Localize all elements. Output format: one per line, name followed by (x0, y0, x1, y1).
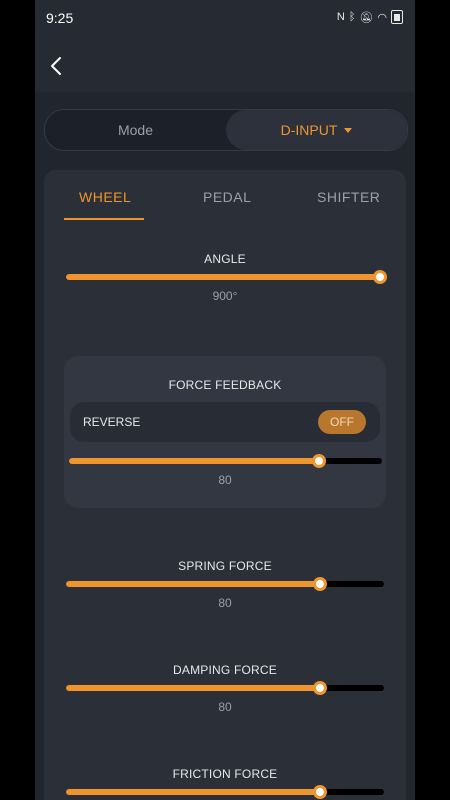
reverse-toggle[interactable]: OFF (318, 410, 366, 434)
spring-force-label: SPRING FORCE (178, 559, 272, 573)
chevron-left-icon[interactable] (45, 54, 69, 78)
status-time: 9:25 (46, 10, 74, 26)
force-feedback-label: FORCE FEEDBACK (168, 378, 282, 392)
force-feedback-panel: FORCE FEEDBACK REVERSE OFF 80 (64, 356, 386, 508)
angle-slider-thumb[interactable] (373, 270, 387, 284)
wifi-icon: ◠ (377, 11, 388, 24)
spring-force-slider-thumb[interactable] (313, 577, 328, 591)
settings-card: WHEEL PEDAL SHIFTER ANGLE 900° FORCE FEE… (44, 170, 406, 800)
friction-force-slider-fill (66, 789, 321, 795)
main-content: Mode D-INPUT WHEEL PEDAL SHIFTER ANGLE 9… (35, 92, 415, 800)
spring-force-slider[interactable] (66, 577, 384, 591)
mode-dropdown[interactable]: D-INPUT (226, 110, 407, 150)
tab-bar: WHEEL PEDAL SHIFTER (44, 170, 406, 222)
top-bar (35, 38, 415, 92)
tab-wheel[interactable]: WHEEL (79, 189, 131, 205)
friction-force-slider-thumb[interactable] (313, 785, 328, 799)
force-feedback-slider-fill (69, 458, 320, 464)
bluetooth-icon: ᛒ (348, 11, 357, 23)
mute-icon: 🔕︎ (359, 11, 375, 24)
damping-force-slider-fill (66, 685, 321, 691)
angle-value: 900° (212, 289, 238, 303)
angle-label: ANGLE (204, 252, 246, 266)
caret-down-icon (344, 128, 353, 133)
battery-icon (391, 10, 403, 24)
force-feedback-slider-thumb[interactable] (312, 454, 327, 468)
tab-pedal[interactable]: PEDAL (203, 189, 251, 205)
app-screen: 9:25 N ᛒ 🔕︎ ◠ Mode D-INPUT WHEEL PEDAL S… (35, 0, 415, 800)
mode-label: Mode (117, 122, 154, 138)
status-icons: N ᛒ 🔕︎ ◠ (337, 10, 403, 24)
friction-force-slider[interactable] (66, 785, 384, 799)
force-feedback-slider[interactable] (69, 454, 382, 468)
reverse-label: REVERSE (83, 415, 141, 429)
angle-slider[interactable] (66, 270, 387, 284)
mode-selector: Mode D-INPUT (44, 109, 408, 151)
reverse-row: REVERSE OFF (70, 402, 380, 442)
spring-force-slider-fill (66, 581, 321, 587)
nfc-icon: N (336, 11, 346, 23)
damping-force-value: 80 (218, 700, 232, 714)
angle-slider-fill (66, 274, 384, 280)
force-feedback-value: 80 (218, 473, 232, 487)
tab-active-indicator (64, 218, 144, 220)
spring-force-value: 80 (218, 596, 232, 610)
friction-force-label: FRICTION FORCE (172, 767, 278, 781)
tab-shifter[interactable]: SHIFTER (317, 189, 380, 205)
damping-force-slider-thumb[interactable] (313, 681, 328, 695)
mode-value: D-INPUT (280, 122, 338, 138)
status-bar: 9:25 N ᛒ 🔕︎ ◠ (35, 0, 415, 38)
damping-force-label: DAMPING FORCE (173, 663, 277, 677)
damping-force-slider[interactable] (66, 681, 384, 695)
